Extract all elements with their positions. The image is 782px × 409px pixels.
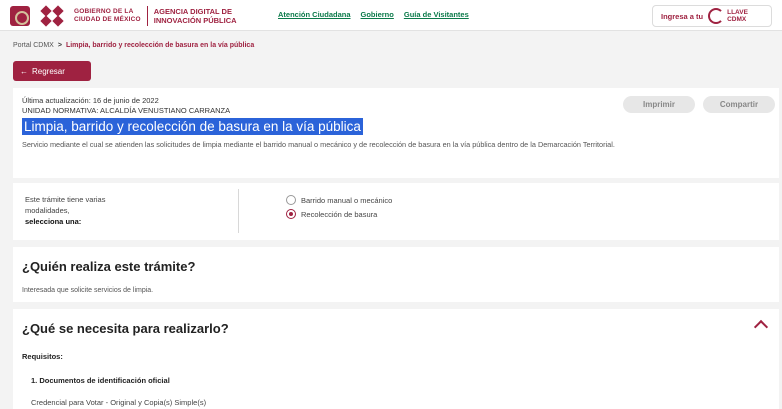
procedure-description: Servicio mediante el cual se atienden la… xyxy=(22,140,615,149)
radio-unchecked-icon[interactable] xyxy=(286,195,296,205)
agency-logo-text: AGENCIA DIGITAL DE INNOVACIÓN PÚBLICA xyxy=(154,7,237,25)
breadcrumb: Portal CDMX > Limpia, barrido y recolecció… xyxy=(13,42,254,49)
modalities-line3: selecciona una: xyxy=(25,217,82,226)
modality-option-barrido[interactable]: Barrido manual o mecánico xyxy=(286,195,392,205)
modalities-divider xyxy=(238,189,239,233)
print-button[interactable]: Imprimir xyxy=(623,96,695,113)
normative-unit: UNIDAD NORMATIVA: ALCALDÍA VENUSTIANO CA… xyxy=(22,106,231,115)
back-arrow-icon: ← xyxy=(20,66,28,76)
who-heading: ¿Quién realiza este trámite? xyxy=(22,259,196,274)
requirements-heading: ¿Qué se necesita para realizarlo? xyxy=(22,321,229,336)
nav-atencion-ciudadana[interactable]: Atención Ciudadana xyxy=(278,10,351,19)
gov-logo-line1: GOBIERNO DE LA xyxy=(74,8,134,15)
modalities-card: Este trámite tiene varias modalidades, s… xyxy=(13,183,779,240)
gov-logo-line2: CIUDAD DE MÉXICO xyxy=(74,16,141,23)
procedure-summary-card: Última actualización: 16 de junio de 202… xyxy=(13,88,779,178)
gov-logo[interactable]: GOBIERNO DE LA CIUDAD DE MÉXICO AGENCIA … xyxy=(10,4,237,28)
document-item: Credencial para Votar - Original y Copia… xyxy=(31,398,207,407)
breadcrumb-current: Limpia, barrido y recolección de basura … xyxy=(65,42,255,49)
chevron-up-icon[interactable] xyxy=(753,319,769,335)
llave-text: LLAVE CDMX xyxy=(727,9,748,23)
breadcrumb-separator: > xyxy=(57,42,62,49)
login-label: Ingresa a tu xyxy=(661,11,704,21)
modality-option-recoleccion[interactable]: Recolección de basura xyxy=(286,209,377,219)
logo-divider xyxy=(146,6,148,26)
nav-guia-visitantes[interactable]: Guía de Visitantes xyxy=(404,10,469,19)
agency-line1: AGENCIA DIGITAL DE xyxy=(153,7,232,16)
llave-line2: CDMX xyxy=(727,16,747,23)
login-llave-button[interactable]: Ingresa a tu LLAVE CDMX xyxy=(652,5,772,27)
gov-logo-text: GOBIERNO DE LA CIUDAD DE MÉXICO xyxy=(74,8,141,24)
requirements-section: ¿Qué se necesita para realizarlo? Requis… xyxy=(13,309,779,409)
who-text: Interesada que solicite servicios de lim… xyxy=(22,287,154,294)
who-section: ¿Quién realiza este trámite? Interesada … xyxy=(13,247,779,302)
cdmx-mark-icon xyxy=(40,5,66,27)
breadcrumb-root[interactable]: Portal CDMX xyxy=(13,42,54,49)
share-button[interactable]: Compartir xyxy=(703,96,775,113)
cdmx-shield-icon xyxy=(10,6,30,26)
nav-gobierno[interactable]: Gobierno xyxy=(361,10,394,19)
radio-checked-icon[interactable] xyxy=(286,209,296,219)
modality-option-label: Barrido manual o mecánico xyxy=(301,195,393,205)
procedure-meta: Última actualización: 16 de junio de 202… xyxy=(22,96,230,116)
modality-option-label: Recolección de basura xyxy=(301,209,378,219)
modalities-line1: Este trámite tiene varias xyxy=(25,195,106,204)
back-button[interactable]: ← Regresar xyxy=(13,61,91,81)
top-nav: Atención Ciudadana Gobierno Guía de Visi… xyxy=(278,10,469,19)
last-updated: Última actualización: 16 de junio de 202… xyxy=(22,96,159,105)
requirements-label: Requisitos: xyxy=(22,352,63,361)
modalities-line2: modalidades, xyxy=(25,206,70,215)
site-header: GOBIERNO DE LA CIUDAD DE MÉXICO AGENCIA … xyxy=(0,0,782,31)
agency-line2: INNOVACIÓN PÚBLICA xyxy=(153,16,237,25)
page-title: Limpia, barrido y recolección de basura … xyxy=(22,118,363,135)
llave-icon xyxy=(708,8,725,24)
document-title: 1. Documentos de identificación oficial xyxy=(31,376,170,385)
llave-line1: LLAVE xyxy=(727,9,748,16)
back-button-label: Regresar xyxy=(32,66,65,76)
modalities-prompt: Este trámite tiene varias modalidades, s… xyxy=(25,194,165,227)
